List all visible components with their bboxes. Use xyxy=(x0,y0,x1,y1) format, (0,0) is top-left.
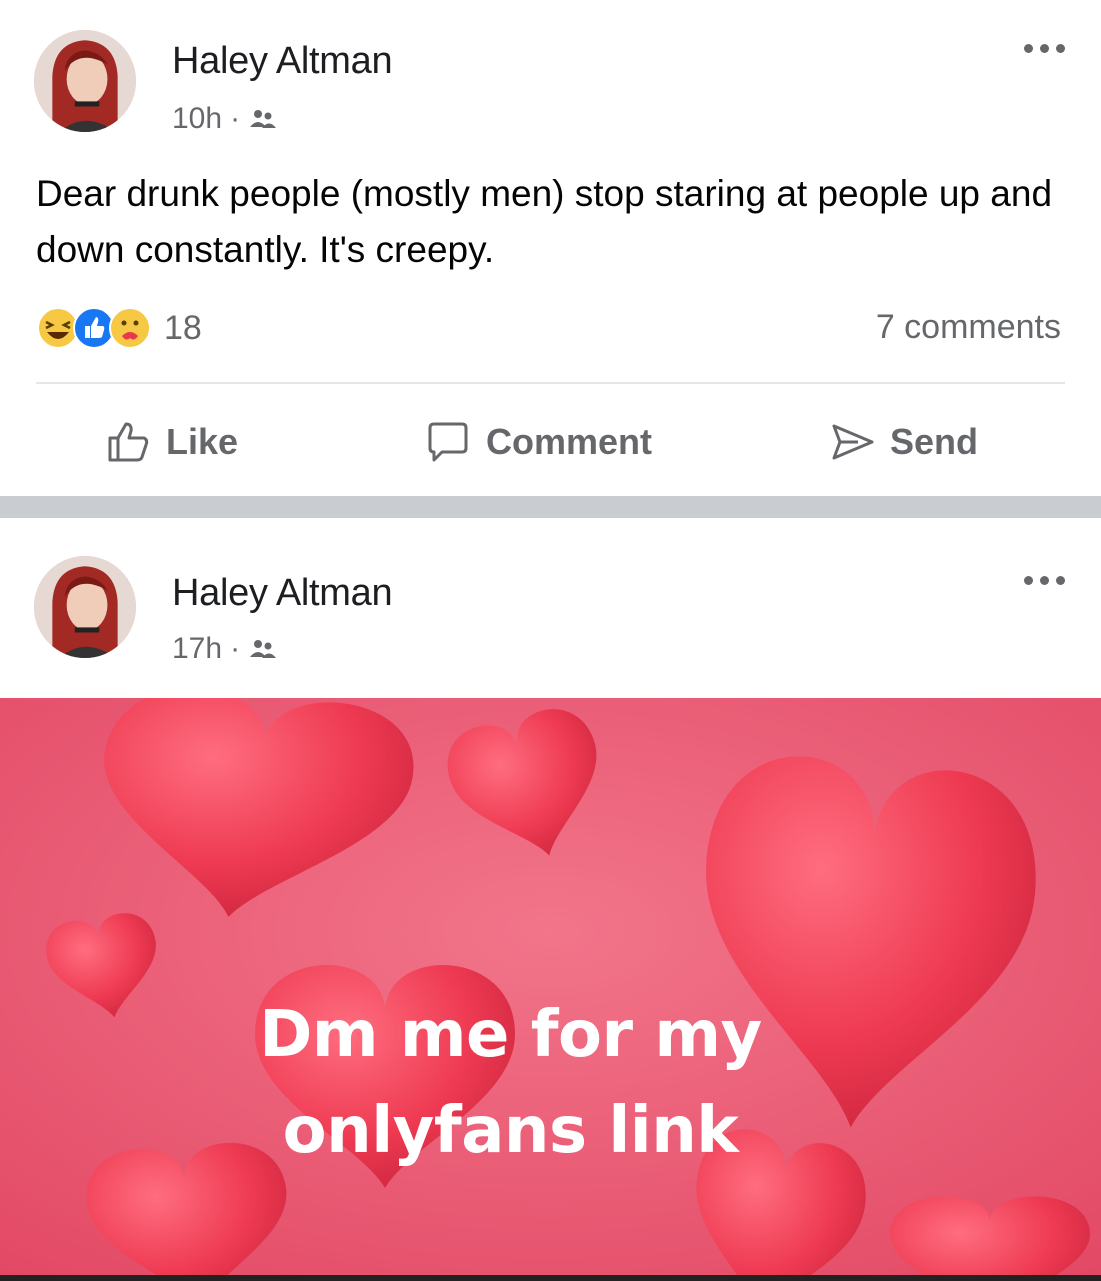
friends-icon xyxy=(250,110,277,128)
comments-count[interactable]: 7 comments xyxy=(876,308,1061,347)
author-name[interactable]: Haley Altman xyxy=(172,572,393,615)
reactions-summary[interactable]: 18 xyxy=(36,306,202,350)
avatar[interactable] xyxy=(34,556,136,658)
thumbs-up-icon xyxy=(108,422,149,462)
post-meta: 17h · xyxy=(172,632,278,666)
post-meta: 10h · xyxy=(172,102,278,136)
friends-icon xyxy=(250,640,277,658)
post-1: Haley Altman 10h · Dear drunk people (mo… xyxy=(0,0,1101,496)
post-time[interactable]: 10h xyxy=(172,102,222,136)
comment-button[interactable]: Comment xyxy=(424,418,652,466)
care-icon xyxy=(109,307,151,349)
post-text: Dear drunk people (mostly men) stop star… xyxy=(36,173,1053,270)
post-2: Haley Altman 17h · xyxy=(0,518,1101,698)
bottom-edge xyxy=(0,1275,1101,1281)
comment-icon xyxy=(428,422,468,462)
meta-separator: · xyxy=(230,632,241,665)
send-label: Send xyxy=(890,421,979,462)
image-caption-line-1: Dm me for my xyxy=(259,998,762,1072)
author-name[interactable]: Haley Altman xyxy=(172,40,393,83)
more-options-icon[interactable] xyxy=(1024,576,1065,585)
more-options-icon[interactable] xyxy=(1024,44,1065,53)
profile-photo xyxy=(34,556,136,658)
feed-divider xyxy=(0,496,1101,518)
hearts-background xyxy=(0,698,1101,1281)
send-button[interactable]: Send xyxy=(828,418,978,466)
reaction-count: 18 xyxy=(164,308,202,347)
like-label: Like xyxy=(166,421,239,462)
send-icon xyxy=(832,424,874,460)
image-caption-line-2: onlyfans link xyxy=(282,1094,739,1168)
comment-label: Comment xyxy=(486,421,653,462)
divider xyxy=(36,382,1065,384)
profile-photo xyxy=(34,30,136,132)
post-time[interactable]: 17h xyxy=(172,632,222,666)
like-button[interactable]: Like xyxy=(104,418,238,466)
avatar[interactable] xyxy=(34,30,136,132)
post-image[interactable]: Dm me for my onlyfans link xyxy=(0,698,1101,1281)
meta-separator: · xyxy=(230,102,241,135)
